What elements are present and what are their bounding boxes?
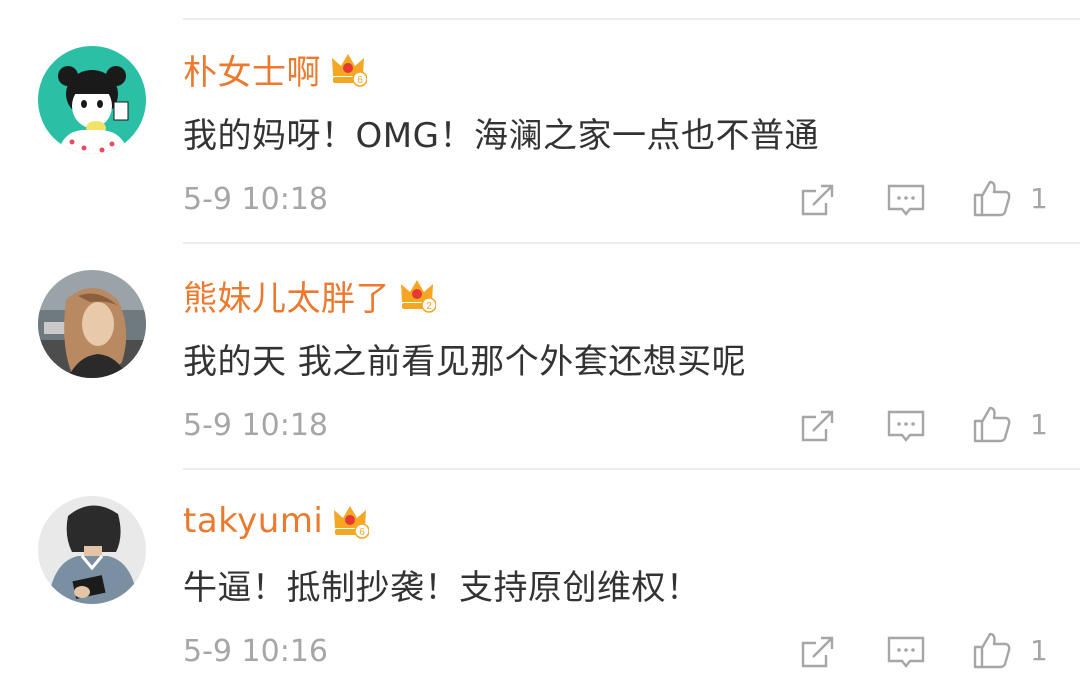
- avatar[interactable]: [38, 496, 146, 604]
- username-row: 熊妹儿太胖了 2: [183, 270, 437, 320]
- avatar[interactable]: [38, 270, 146, 378]
- comment-text: 牛逼！抵制抄袭！支持原创维权！: [183, 568, 701, 608]
- username-row: takyumi 6: [183, 496, 371, 546]
- like-count: 1: [1030, 182, 1048, 215]
- comment-bubble-icon[interactable]: [886, 633, 926, 673]
- timestamp: 5-9 10:16: [183, 634, 328, 669]
- thumbs-up-icon[interactable]: [972, 630, 1012, 670]
- crown-icon: 6: [331, 502, 371, 540]
- comment-text: 我的天 我之前看见那个外套还想买呢: [183, 342, 747, 382]
- comment-bubble-icon[interactable]: [886, 181, 926, 221]
- timestamp: 5-9 10:18: [183, 408, 328, 443]
- comment-item: 朴女士啊 6 我的妈呀！OMG！海澜之家一点也不普通 5-9 10:18 1: [0, 0, 1080, 220]
- crown-level: 6: [360, 527, 366, 538]
- thumbs-up-icon[interactable]: [972, 178, 1012, 218]
- avatar[interactable]: [38, 46, 146, 154]
- username[interactable]: 熊妹儿太胖了: [183, 271, 390, 320]
- comment-item: takyumi 6 牛逼！抵制抄袭！支持原创维权！ 5-9 10:16 1: [0, 452, 1080, 672]
- crown-level: 2: [426, 301, 432, 312]
- crown-icon: 6: [329, 50, 368, 88]
- like-count: 1: [1030, 634, 1048, 667]
- username[interactable]: 朴女士啊: [183, 45, 321, 94]
- share-box-icon[interactable]: [798, 633, 838, 673]
- crown-icon: 2: [398, 276, 437, 314]
- share-box-icon[interactable]: [798, 407, 838, 447]
- crown-level: 6: [357, 75, 363, 86]
- thumbs-up-icon[interactable]: [972, 404, 1012, 444]
- share-box-icon[interactable]: [798, 181, 838, 221]
- timestamp: 5-9 10:18: [183, 182, 328, 217]
- username[interactable]: takyumi: [183, 501, 323, 541]
- like-count: 1: [1030, 408, 1048, 441]
- username-row: 朴女士啊 6: [183, 44, 368, 94]
- comment-bubble-icon[interactable]: [886, 407, 926, 447]
- comment-item: 熊妹儿太胖了 2 我的天 我之前看见那个外套还想买呢 5-9 10:18 1: [0, 226, 1080, 446]
- comment-text: 我的妈呀！OMG！海澜之家一点也不普通: [183, 116, 819, 156]
